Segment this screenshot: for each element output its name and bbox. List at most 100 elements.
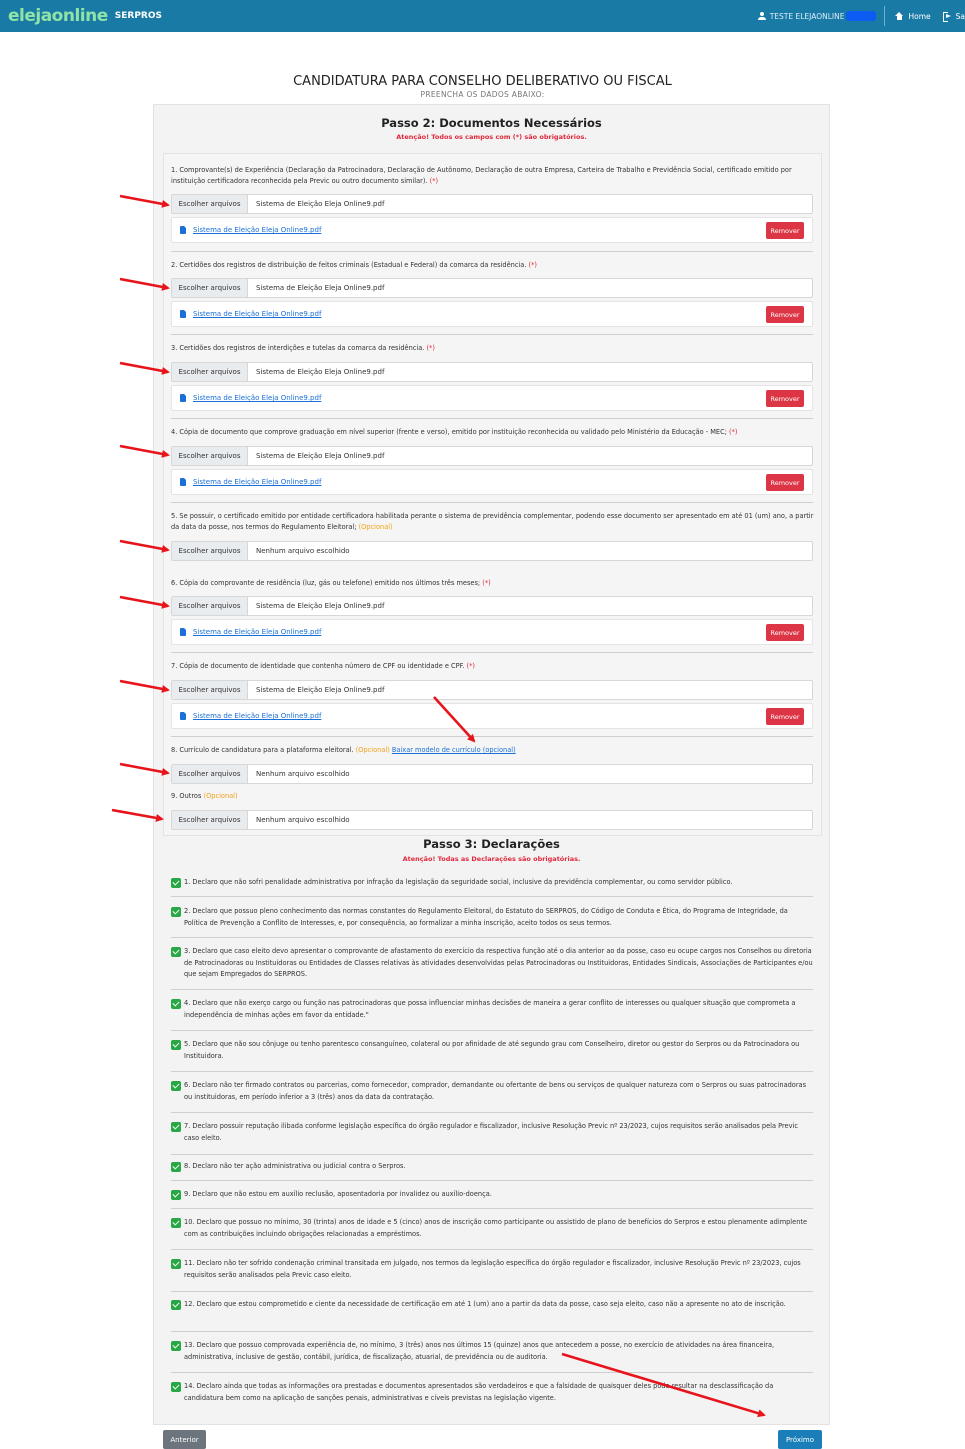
declaration-2[interactable]: 2. Declaro que possuo pleno conhecimento…	[171, 906, 813, 929]
download-resume-template-link[interactable]: Baixar modelo de currículo (opcional)	[392, 746, 516, 754]
divider	[171, 736, 813, 737]
doc-label-4: 4. Cópia de documento que comprove gradu…	[171, 428, 738, 436]
checkbox-checked-icon[interactable]	[171, 1081, 181, 1091]
checkbox-checked-icon[interactable]	[171, 1300, 181, 1310]
choose-files-button[interactable]: Escolher arquivos	[172, 765, 248, 783]
checkbox-checked-icon[interactable]	[171, 878, 181, 888]
divider	[171, 1372, 813, 1373]
choose-files-button[interactable]: Escolher arquivos	[172, 363, 248, 381]
file-input-8[interactable]: Escolher arquivos Nenhum arquivo escolhi…	[171, 764, 813, 784]
choose-files-button[interactable]: Escolher arquivos	[172, 597, 248, 615]
declaration-1[interactable]: 1. Declaro que não sofri penalidade admi…	[171, 877, 813, 889]
declaration-9[interactable]: 9. Declaro que não estou em auxílio recl…	[171, 1189, 813, 1201]
file-input-9[interactable]: Escolher arquivos Nenhum arquivo escolhi…	[171, 810, 813, 830]
choose-files-button[interactable]: Escolher arquivos	[172, 447, 248, 465]
divider	[171, 937, 813, 938]
divider	[171, 1154, 813, 1155]
choose-files-button[interactable]: Escolher arquivos	[172, 279, 248, 297]
file-input-2[interactable]: Escolher arquivos Sistema de Eleição Ele…	[171, 278, 813, 298]
file-name: Sistema de Eleição Eleja Online9.pdf	[256, 368, 385, 376]
declaration-14[interactable]: 14. Declaro ainda que todas as informaçõ…	[171, 1381, 813, 1404]
divider	[171, 251, 813, 252]
declaration-7[interactable]: 7. Declaro possuir reputação ilibada con…	[171, 1121, 813, 1144]
divider	[171, 1112, 813, 1113]
declaration-5[interactable]: 5. Declaro que não sou cônjuge ou tenho …	[171, 1039, 813, 1062]
user-menu[interactable]: TESTE ELEJAONLINE	[757, 11, 877, 21]
remove-button[interactable]: Remover	[766, 222, 804, 239]
remove-button[interactable]: Remover	[766, 474, 804, 491]
exit-link[interactable]: Sa	[942, 12, 965, 22]
file-link[interactable]: Sistema de Eleição Eleja Online9.pdf	[193, 628, 321, 636]
declaration-6[interactable]: 6. Declaro não ter firmado contratos ou …	[171, 1080, 813, 1103]
declaration-10[interactable]: 10. Declaro que possuo no mínimo, 30 (tr…	[171, 1217, 813, 1240]
file-link[interactable]: Sistema de Eleição Eleja Online9.pdf	[193, 310, 321, 318]
uploaded-file-7: Sistema de Eleição Eleja Online9.pdf Rem…	[171, 703, 813, 729]
file-input-7[interactable]: Escolher arquivos Sistema de Eleição Ele…	[171, 680, 813, 700]
uploaded-file-1: Sistema de Eleição Eleja Online9.pdf Rem…	[171, 217, 813, 243]
declaration-11[interactable]: 11. Declaro não ter sofrido condenação c…	[171, 1258, 813, 1281]
user-icon	[757, 12, 766, 20]
doc-label-5: 5. Se possuir, o certificado emitido por…	[171, 512, 814, 531]
file-input-3[interactable]: Escolher arquivos Sistema de Eleição Ele…	[171, 362, 813, 382]
nav-divider	[884, 6, 886, 26]
checkbox-checked-icon[interactable]	[171, 1218, 181, 1228]
remove-button[interactable]: Remover	[766, 390, 804, 407]
brand-subtitle: SERPROS	[114, 11, 162, 21]
file-name: Nenhum arquivo escolhido	[256, 547, 350, 555]
divider	[171, 502, 813, 503]
file-input-5[interactable]: Escolher arquivos Nenhum arquivo escolhi…	[171, 541, 813, 561]
pdf-file-icon	[180, 712, 186, 720]
nav-right: TESTE ELEJAONLINE Home Sa	[757, 0, 965, 32]
checkbox-checked-icon[interactable]	[171, 1122, 181, 1132]
file-name: Sistema de Eleição Eleja Online9.pdf	[256, 686, 385, 694]
step2-warning: Atenção! Todos os campos com (*) são obr…	[396, 133, 587, 141]
file-link[interactable]: Sistema de Eleição Eleja Online9.pdf	[193, 478, 321, 486]
divider	[171, 1208, 813, 1209]
remove-button[interactable]: Remover	[766, 624, 804, 641]
page-subtitle: PREENCHA OS DADOS ABAIXO:	[420, 90, 545, 99]
file-link[interactable]: Sistema de Eleição Eleja Online9.pdf	[193, 712, 321, 720]
declaration-4[interactable]: 4. Declaro que não exerço cargo ou funçã…	[171, 998, 813, 1021]
checkbox-checked-icon[interactable]	[171, 1162, 181, 1172]
remove-button[interactable]: Remover	[766, 306, 804, 323]
doc-label-7: 7. Cópia de documento de identidade que …	[171, 662, 475, 670]
choose-files-button[interactable]: Escolher arquivos	[172, 542, 248, 560]
brand-logo[interactable]: elejaonline	[8, 6, 108, 26]
declaration-8[interactable]: 8. Declaro não ter ação administrativa o…	[171, 1161, 813, 1173]
divider	[171, 1249, 813, 1250]
file-link[interactable]: Sistema de Eleição Eleja Online9.pdf	[193, 394, 321, 402]
redacted-user-info	[846, 11, 877, 21]
checkbox-checked-icon[interactable]	[171, 1040, 181, 1050]
file-input-4[interactable]: Escolher arquivos Sistema de Eleição Ele…	[171, 446, 813, 466]
declaration-3[interactable]: 3. Declaro que caso eleito devo apresent…	[171, 946, 813, 981]
checkbox-checked-icon[interactable]	[171, 1341, 181, 1351]
divider	[171, 989, 813, 990]
previous-button[interactable]: Anterior	[163, 1430, 206, 1449]
file-link[interactable]: Sistema de Eleição Eleja Online9.pdf	[193, 226, 321, 234]
declaration-13[interactable]: 13. Declaro que possuo comprovada experi…	[171, 1340, 813, 1363]
home-link[interactable]: Home	[895, 12, 931, 21]
checkbox-checked-icon[interactable]	[171, 947, 181, 957]
checkbox-checked-icon[interactable]	[171, 907, 181, 917]
declaration-12[interactable]: 12. Declaro que estou comprometido e cie…	[171, 1299, 813, 1311]
file-input-6[interactable]: Escolher arquivos Sistema de Eleição Ele…	[171, 596, 813, 616]
checkbox-checked-icon[interactable]	[171, 1259, 181, 1269]
choose-files-button[interactable]: Escolher arquivos	[172, 195, 248, 213]
doc-label-3: 3. Certidões dos registros de interdiçõe…	[171, 344, 435, 352]
checkbox-checked-icon[interactable]	[171, 1382, 181, 1392]
remove-button[interactable]: Remover	[766, 708, 804, 725]
file-name: Sistema de Eleição Eleja Online9.pdf	[256, 452, 385, 460]
brand[interactable]: elejaonline SERPROS	[8, 6, 162, 26]
next-button[interactable]: Próximo	[778, 1430, 822, 1449]
file-name: Nenhum arquivo escolhido	[256, 770, 350, 778]
file-input-1[interactable]: Escolher arquivos Sistema de Eleição Ele…	[171, 194, 813, 214]
pdf-file-icon	[180, 628, 186, 636]
divider	[171, 896, 813, 897]
sign-out-icon	[942, 12, 952, 22]
choose-files-button[interactable]: Escolher arquivos	[172, 811, 248, 829]
checkbox-checked-icon[interactable]	[171, 1190, 181, 1200]
choose-files-button[interactable]: Escolher arquivos	[172, 681, 248, 699]
doc-label-2: 2. Certidões dos registros de distribuiç…	[171, 261, 537, 269]
divider	[171, 418, 813, 419]
checkbox-checked-icon[interactable]	[171, 999, 181, 1009]
